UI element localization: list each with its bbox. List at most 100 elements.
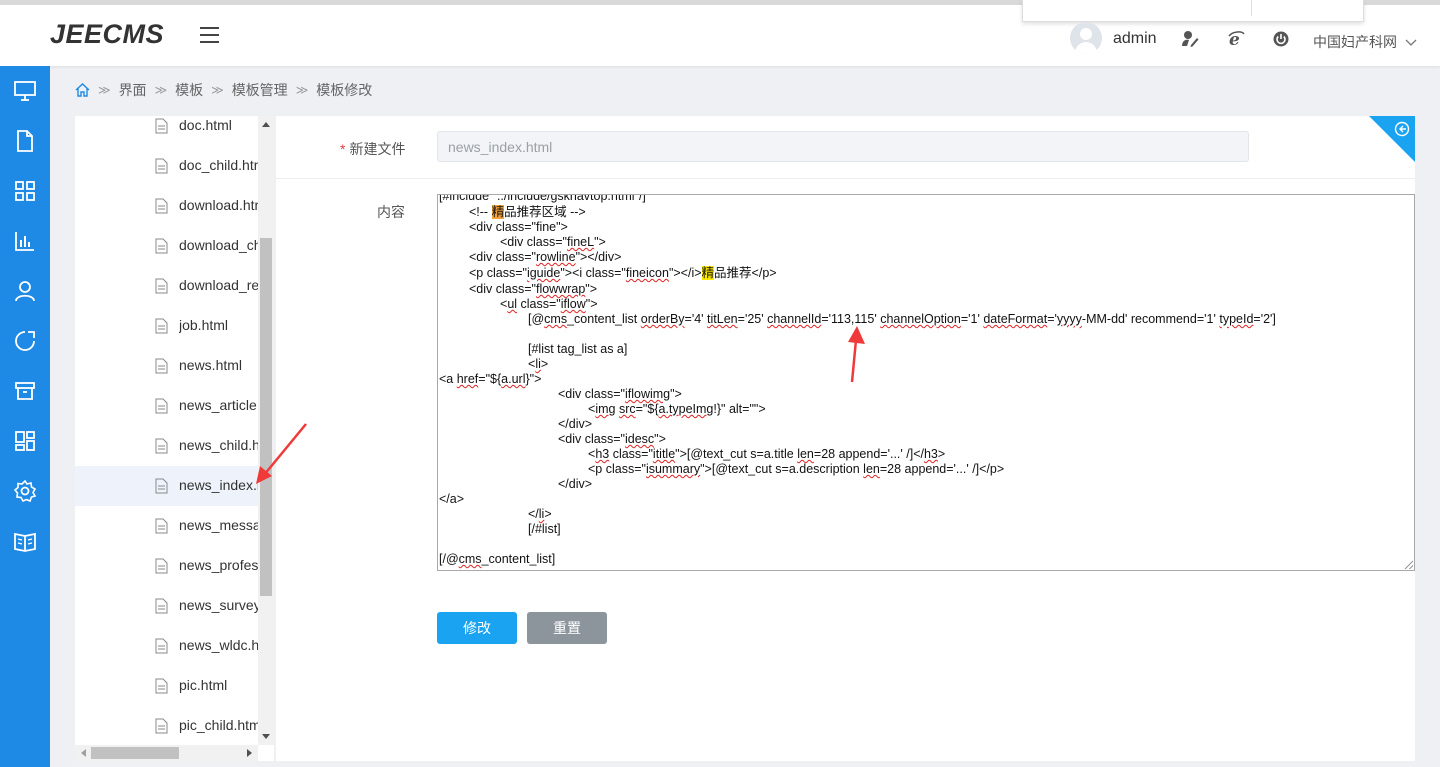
breadcrumb-current: 模板修改	[316, 82, 373, 98]
code-line: <p class="isummary">[@text_cut s=a.descr…	[588, 462, 1005, 476]
file-icon	[155, 558, 168, 574]
tree-vertical-scrollbar[interactable]	[258, 116, 274, 745]
code-line: </li>	[528, 507, 552, 521]
code-line: <p class="iguide"><i class="fineicon"></…	[469, 266, 777, 280]
file-icon	[155, 598, 168, 614]
scrollbar-thumb[interactable]	[260, 238, 272, 596]
tree-file-item[interactable]: download_re.html	[75, 266, 258, 306]
code-line: <a href="${a.url}">	[439, 372, 542, 386]
breadcrumb-item[interactable]: 模板管理	[232, 80, 288, 100]
scroll-right-arrow[interactable]	[247, 749, 252, 757]
content-textarea[interactable]: [#include "../include/gsknavtop.html"/] …	[437, 194, 1415, 571]
tree-file-item[interactable]: news_child.html	[75, 426, 258, 466]
code-line: 品推荐区域 -->	[504, 205, 586, 219]
content-label: 内容	[377, 204, 405, 220]
home-icon[interactable]	[75, 83, 90, 97]
top-header: JEECMS admin e 中国妇产科网	[0, 0, 1440, 66]
resize-handle[interactable]	[1404, 560, 1413, 569]
code-line: <div class="rowline"></div>	[469, 250, 622, 264]
username[interactable]: admin	[1113, 30, 1157, 48]
tree-file-item[interactable]: doc_child.html	[75, 146, 258, 186]
code-line: <div class="idesc">	[558, 432, 666, 446]
sync-icon[interactable]	[13, 329, 37, 353]
tree-file-item[interactable]: news_wldc.html	[75, 626, 258, 666]
tree-file-name: pic_child.html	[179, 717, 258, 733]
scroll-up-arrow[interactable]	[262, 122, 270, 127]
code-line: <h3 class="ititle">[@text_cut s=a.title …	[588, 447, 946, 461]
app-logo[interactable]: JEECMS	[50, 19, 164, 50]
submit-button[interactable]: 修改	[437, 612, 517, 644]
tree-file-name: doc.html	[179, 117, 232, 133]
tree-file-item[interactable]: news.html	[75, 346, 258, 386]
code-line: <li>	[528, 357, 549, 371]
scroll-down-arrow[interactable]	[262, 734, 270, 739]
menu-icon[interactable]	[200, 27, 219, 43]
divider	[276, 178, 1415, 179]
code-line: [#include "../include/gsknavtop.html"/]	[439, 194, 646, 203]
code-line: [/@cms_content_list]	[439, 552, 556, 566]
tree-file-item[interactable]: pic_child.html	[75, 706, 258, 746]
code-line: <div class="fine">	[469, 220, 568, 234]
code-line: <div class="fineL">	[500, 235, 606, 249]
dropdown-popup-edge	[1022, 0, 1364, 22]
tree-horizontal-scrollbar[interactable]	[75, 745, 258, 761]
monitor-icon[interactable]	[13, 79, 37, 103]
code-line: </div>	[558, 417, 593, 431]
file-icon	[155, 398, 168, 414]
tree-file-name: job.html	[179, 317, 229, 333]
breadcrumb-separator: ≫	[211, 83, 224, 97]
code-line: </div>	[558, 477, 593, 491]
filename-field[interactable]	[437, 131, 1249, 162]
edit-profile-icon[interactable]	[1181, 30, 1199, 48]
breadcrumb-item[interactable]: 模板	[175, 80, 203, 100]
tree-file-name: news_survey.html	[179, 597, 258, 613]
tree-file-name: news_child.html	[179, 437, 258, 453]
tree-file-name: news.html	[179, 357, 243, 373]
tree-file-item[interactable]: news_survey.html	[75, 586, 258, 626]
file-icon	[155, 278, 168, 294]
scrollbar-thumb[interactable]	[91, 747, 179, 759]
file-icon	[155, 118, 168, 134]
tree-file-item[interactable]: download.html	[75, 186, 258, 226]
tree-file-name: pic.html	[179, 677, 228, 693]
code-line: </a>	[439, 492, 465, 506]
tree-file-name: news_message.html	[179, 517, 258, 533]
tree-file-item[interactable]: news_professor.html	[75, 546, 258, 586]
breadcrumb-separator: ≫	[98, 83, 111, 97]
filename-label: * 新建文件	[340, 141, 406, 157]
gear-icon[interactable]	[13, 479, 37, 503]
site-selector[interactable]: 中国妇产科网	[1313, 32, 1417, 52]
file-icon	[155, 718, 168, 734]
code-line: <ul class="iflow">	[500, 297, 598, 311]
file-icon	[155, 438, 168, 454]
tree-file-item[interactable]: pic.html	[75, 666, 258, 706]
tree-file-name: download_child.html	[179, 237, 258, 253]
tree-file-item[interactable]: job.html	[75, 306, 258, 346]
user-avatar[interactable]	[1070, 22, 1102, 54]
tree-file-item-selected[interactable]: news_index.html	[75, 466, 258, 506]
file-icon	[155, 518, 168, 534]
file-icon	[155, 678, 168, 694]
scroll-left-arrow[interactable]	[81, 749, 86, 757]
grid-icon[interactable]	[13, 179, 37, 203]
dashboard-icon[interactable]	[13, 429, 37, 453]
bar-chart-icon[interactable]	[13, 229, 37, 253]
back-icon[interactable]	[1394, 121, 1410, 137]
tree-file-name: download.html	[179, 197, 258, 213]
browser-icon[interactable]: e	[1227, 30, 1245, 48]
breadcrumb-item[interactable]: 界面	[119, 80, 147, 100]
template-file-tree: doc.html doc_child.html download.html do…	[75, 116, 274, 761]
tree-file-item[interactable]: news_article.html	[75, 386, 258, 426]
tree-file-item[interactable]: download_child.html	[75, 226, 258, 266]
reset-button[interactable]: 重置	[527, 612, 607, 644]
power-icon[interactable]	[1272, 30, 1290, 48]
tree-file-item[interactable]: news_message.html	[75, 506, 258, 546]
file-icon	[155, 238, 168, 254]
code-line: [@cms_content_list orderBy='4' titLen='2…	[528, 312, 1276, 326]
document-icon[interactable]	[13, 129, 37, 153]
tree-file-item[interactable]: doc.html	[75, 116, 258, 146]
user-icon[interactable]	[13, 279, 37, 303]
archive-icon[interactable]	[13, 379, 37, 403]
file-icon	[155, 318, 168, 334]
book-icon[interactable]	[13, 529, 37, 553]
